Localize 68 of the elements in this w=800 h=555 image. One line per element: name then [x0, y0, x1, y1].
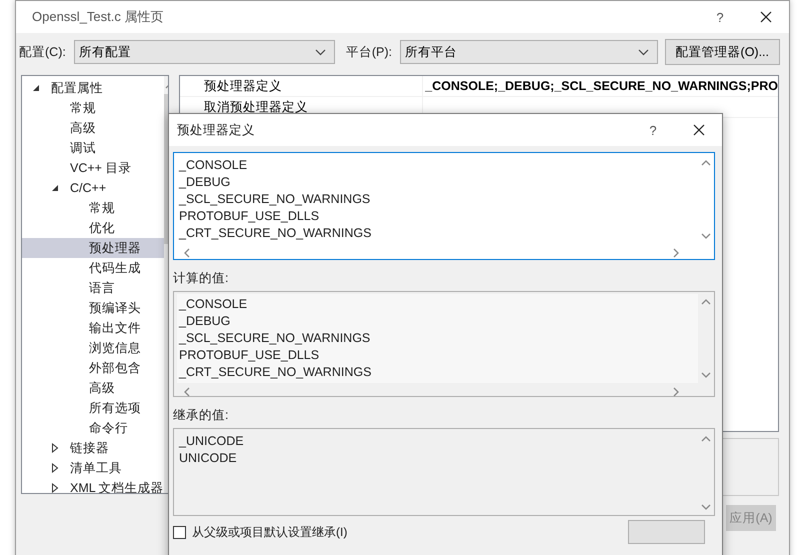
macro-line: _SCL_SECURE_NO_WARNINGS — [179, 330, 370, 347]
checkbox-label[interactable]: 从父级或项目默认设置继承(I) — [192, 524, 348, 540]
tree-item[interactable]: 代码生成 — [89, 260, 141, 276]
checkbox[interactable] — [173, 526, 186, 538]
section-label: 继承的值: — [173, 407, 230, 424]
tree-item[interactable]: 链接器 — [70, 440, 109, 456]
definitions-editor[interactable]: _CONSOLE _DEBUG _SCL_SECURE_NO_WARNINGS PROTOBUF_USE_DLLS _CRT_SECURE_NO_WARNINGS — [173, 152, 715, 260]
tree-item[interactable]: 常规 — [70, 100, 96, 116]
tree-item[interactable]: C/C++ — [70, 181, 106, 195]
macro-line: _DEBUG — [179, 313, 230, 330]
tree-item[interactable]: 语言 — [89, 280, 115, 296]
dropdown-caret-icon — [638, 48, 649, 56]
dropdown-caret-icon — [314, 48, 326, 56]
tree-item[interactable]: 高级 — [89, 380, 115, 396]
tree-item[interactable]: 所有选项 — [89, 400, 141, 416]
scroll-left-icon[interactable] — [183, 387, 191, 397]
macro-line: _CONSOLE — [179, 296, 248, 313]
macro-line: UNICODE — [179, 450, 237, 467]
macro-line: _CRT_SECURE_NO_WARNINGS — [179, 225, 372, 242]
collapsed-arrow-icon[interactable] — [51, 443, 59, 453]
scroll-up-icon[interactable] — [701, 159, 711, 167]
config-dropdown[interactable]: 所有配置 — [74, 40, 335, 64]
tree-item[interactable]: XML 文档生成器 — [70, 480, 164, 493]
macro-line: PROTOBUF_USE_DLLS — [179, 347, 320, 364]
tree-item[interactable]: 配置属性 — [51, 80, 103, 96]
close-icon[interactable] — [760, 11, 772, 23]
scroll-down-icon[interactable] — [701, 503, 711, 511]
macro-line: _CRT_SECURE_NO_WARNINGS — [179, 364, 372, 381]
section-label: 计算的值: — [173, 270, 230, 287]
macro-line: PROTOBUF_USE_DLLS — [179, 208, 320, 225]
macro-line: _SCL_SECURE_NO_WARNINGS — [179, 191, 370, 208]
scroll-up-icon[interactable] — [701, 298, 711, 306]
scroll-left-icon[interactable] — [183, 248, 191, 258]
close-icon[interactable] — [693, 124, 705, 136]
scroll-up-icon[interactable] — [701, 435, 711, 443]
tree-item[interactable]: 外部包含 — [89, 360, 141, 376]
scroll-down-icon[interactable] — [701, 232, 711, 240]
tree-item[interactable]: 浏览信息 — [89, 340, 141, 356]
tree-item[interactable]: 预编译头 — [89, 300, 141, 316]
tree-item[interactable]: 清单工具 — [70, 460, 122, 476]
config-label: 配置(C): — [19, 44, 66, 60]
dialog-title: 预处理器定义 — [177, 122, 256, 138]
tree-item[interactable]: VC++ 目录 — [70, 160, 132, 176]
expanded-arrow-icon[interactable] — [32, 84, 40, 92]
tree-item[interactable]: 命令行 — [89, 420, 128, 436]
collapsed-arrow-icon[interactable] — [51, 463, 59, 473]
window-title: Openssl_Test.c 属性页 — [32, 8, 164, 26]
tree-item[interactable]: 优化 — [89, 220, 115, 236]
property-name[interactable]: 预处理器定义 — [180, 76, 424, 96]
tree-item[interactable]: 输出文件 — [89, 320, 141, 336]
scroll-right-icon[interactable] — [672, 248, 680, 258]
collapsed-arrow-icon[interactable] — [51, 483, 59, 493]
property-value[interactable]: _CONSOLE;_DEBUG;_SCL_SECURE_NO_WARNINGS;PRO — [425, 79, 778, 93]
macro-line: _UNICODE — [179, 433, 244, 450]
ok-button[interactable] — [628, 520, 705, 544]
expanded-arrow-icon[interactable] — [51, 184, 59, 192]
tree-item[interactable]: 调试 — [70, 140, 96, 156]
tree-item[interactable]: 高级 — [70, 120, 96, 136]
scroll-right-icon[interactable] — [672, 387, 680, 397]
help-button[interactable]: ? — [630, 122, 676, 138]
macro-line: _DEBUG — [179, 174, 230, 191]
config-manager-button[interactable]: 配置管理器(O)... — [664, 39, 780, 65]
scroll-down-icon[interactable] — [701, 371, 711, 379]
macro-line: _CONSOLE — [179, 157, 248, 174]
help-button[interactable]: ? — [697, 10, 743, 24]
tree-item[interactable]: 常规 — [89, 200, 115, 216]
platform-label: 平台(P): — [346, 44, 392, 60]
platform-dropdown[interactable]: 所有平台 — [400, 40, 658, 64]
